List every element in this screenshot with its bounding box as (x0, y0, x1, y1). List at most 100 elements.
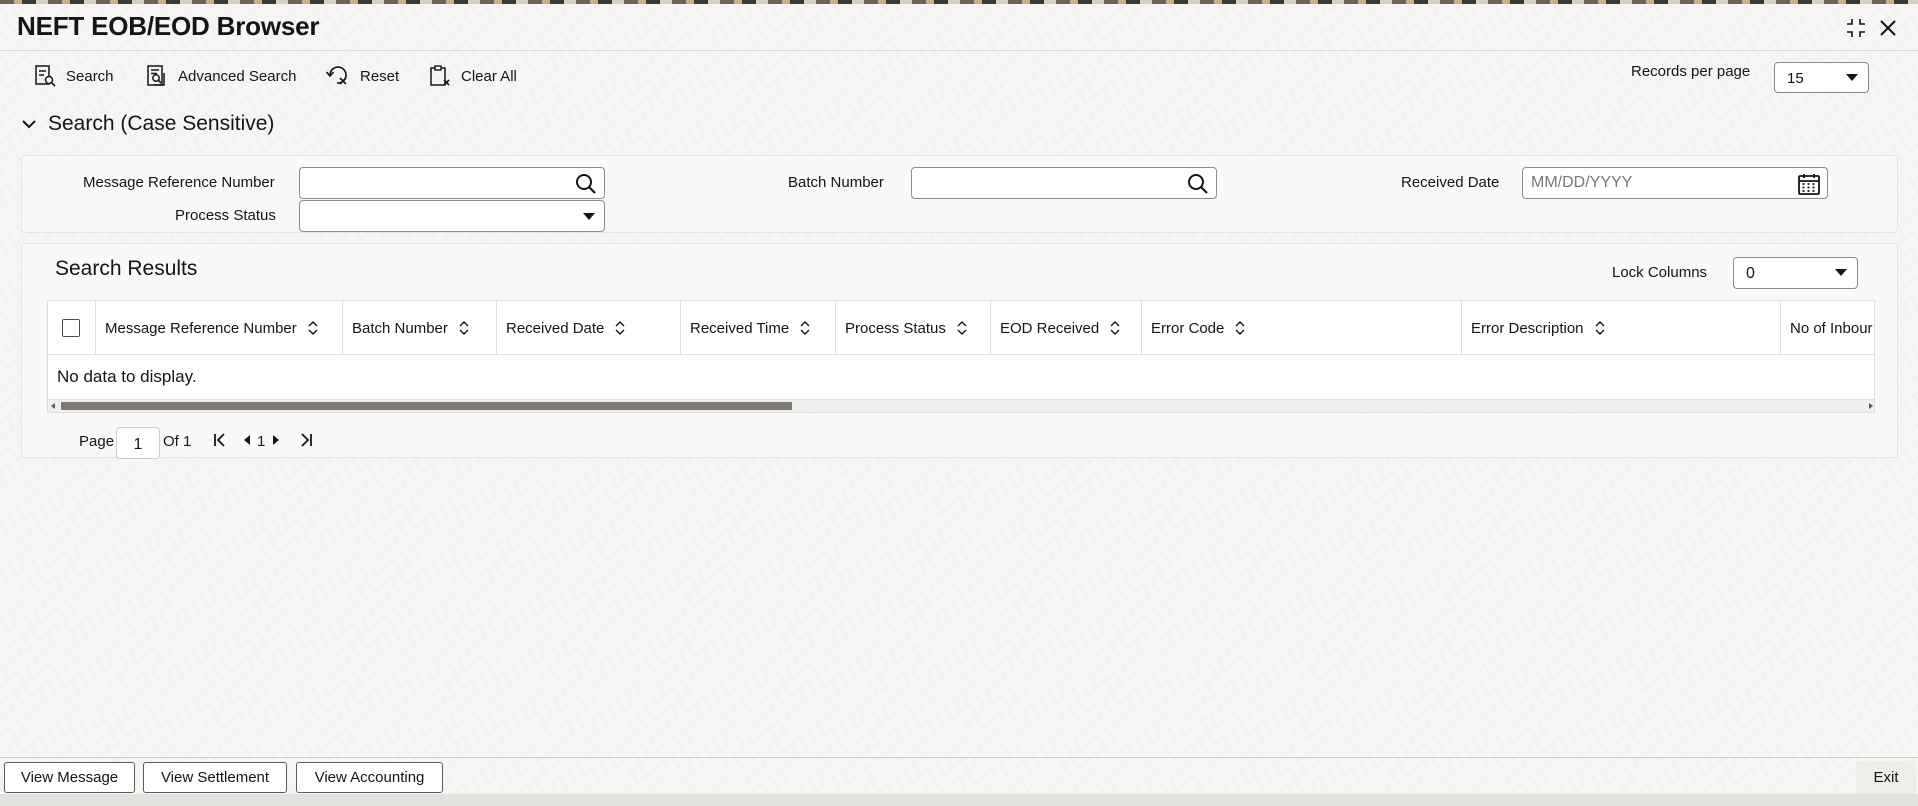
advanced-search-button-label: Advanced Search (178, 67, 297, 85)
column-header-label: Received Date (506, 319, 605, 337)
view-settlement-button-label: View Settlement (160, 769, 270, 786)
first-page-icon[interactable] (212, 432, 228, 448)
last-page-icon[interactable] (298, 432, 314, 448)
next-page-icon[interactable] (270, 432, 282, 448)
column-header-label: Process Status (845, 319, 946, 337)
close-icon[interactable] (1875, 15, 1901, 41)
column-header-label: Received Time (690, 319, 790, 337)
sort-icon[interactable] (1109, 321, 1121, 335)
exit-button-label: Exit (1873, 769, 1899, 786)
records-per-page-label: Records per page (1631, 63, 1751, 80)
column-header-label: Error Code (1151, 319, 1225, 337)
sort-icon[interactable] (307, 321, 319, 335)
search-criteria-panel: Message Reference Number Batch Number Re… (21, 155, 1898, 233)
reset-button[interactable]: Reset (325, 62, 399, 90)
received-date-field[interactable] (1522, 167, 1828, 199)
view-accounting-button-label: View Accounting (314, 769, 425, 786)
column-header-received-date[interactable]: Received Date (497, 301, 681, 355)
current-page-input[interactable]: 1 (116, 427, 160, 459)
column-header-label: No of Inbour (1790, 319, 1873, 337)
pagination: Page 1 Of 1 1 (57, 424, 357, 459)
reset-icon (325, 66, 347, 85)
clear-all-button-label: Clear All (461, 67, 517, 85)
maximize-icon[interactable] (1843, 15, 1869, 41)
column-header-label: Message Reference Number (105, 319, 297, 337)
results-table: Message Reference Number Batch Number Re… (47, 300, 1875, 413)
message-reference-number-field[interactable] (299, 167, 605, 199)
chevron-down-icon (1846, 74, 1858, 81)
page-count-label: Of 1 (163, 433, 192, 450)
search-section-title: Search (Case Sensitive) (48, 112, 275, 135)
sort-icon[interactable] (614, 321, 626, 335)
process-status-label: Process Status (175, 207, 276, 224)
batch-number-label: Batch Number (788, 174, 884, 191)
column-header-label: EOD Received (1000, 319, 1100, 337)
clear-all-button[interactable]: Clear All (428, 62, 517, 90)
empty-table-message: No data to display. (57, 367, 197, 386)
column-header-process-status[interactable]: Process Status (836, 301, 991, 355)
column-header-label: Batch Number (352, 319, 448, 337)
scroll-left-icon[interactable] (51, 403, 55, 409)
chevron-down-icon (1835, 269, 1847, 276)
column-header-error-description[interactable]: Error Description (1462, 301, 1781, 355)
bottom-strip (0, 794, 1918, 806)
exit-button[interactable]: Exit (1856, 761, 1916, 794)
batch-number-input[interactable] (912, 168, 1216, 198)
search-button[interactable]: Search (33, 62, 114, 90)
view-message-button[interactable]: View Message (4, 762, 135, 793)
advanced-search-button[interactable]: Advanced Search (145, 62, 296, 90)
calendar-icon[interactable] (1797, 172, 1821, 196)
search-form-icon (35, 65, 56, 87)
search-icon[interactable] (574, 172, 598, 196)
footer-bar: View Message View Settlement View Accoun… (0, 757, 1918, 794)
batch-number-field[interactable] (911, 167, 1217, 199)
scroll-right-icon[interactable] (1869, 403, 1873, 409)
page-label: Page (79, 433, 115, 450)
clear-all-icon (430, 65, 450, 86)
sort-icon[interactable] (458, 321, 470, 335)
sort-icon[interactable] (799, 321, 811, 335)
view-settlement-button[interactable]: View Settlement (143, 762, 287, 793)
column-header-batch-number[interactable]: Batch Number (343, 301, 497, 355)
reset-button-label: Reset (360, 67, 400, 85)
column-header-label: Error Description (1471, 319, 1584, 337)
select-all-checkbox[interactable] (62, 319, 80, 337)
message-reference-number-label: Message Reference Number (83, 174, 275, 191)
records-per-page-value: 15 (1787, 70, 1804, 87)
search-results-panel: Search Results Lock Columns 0 Message Re… (21, 243, 1898, 459)
sort-icon[interactable] (1234, 321, 1246, 335)
sort-icon[interactable] (956, 321, 968, 335)
select-all-cell (48, 301, 96, 355)
search-icon[interactable] (1186, 172, 1210, 196)
search-section-toggle[interactable]: Search (Case Sensitive) (20, 110, 274, 138)
current-page-value: 1 (133, 436, 143, 453)
lock-columns-value: 0 (1746, 265, 1755, 282)
column-header-message-reference-number[interactable]: Message Reference Number (96, 301, 343, 355)
advanced-search-icon (147, 65, 165, 86)
page-number[interactable]: 1 (257, 433, 265, 450)
chevron-down-icon (583, 213, 595, 220)
lock-columns-label: Lock Columns (1612, 264, 1708, 281)
received-date-label: Received Date (1401, 174, 1500, 191)
window-title: NEFT EOB/EOD Browser (17, 11, 320, 41)
chevron-down-icon (22, 120, 36, 129)
view-message-button-label: View Message (20, 769, 119, 786)
column-header-eod-received[interactable]: EOD Received (991, 301, 1142, 355)
sort-icon[interactable] (1594, 321, 1606, 335)
column-header-received-time[interactable]: Received Time (681, 301, 836, 355)
table-header-row: Message Reference Number Batch Number Re… (48, 301, 1874, 355)
received-date-input[interactable] (1523, 168, 1827, 198)
records-per-page-select[interactable]: 15 (1774, 62, 1869, 93)
previous-page-icon[interactable] (241, 432, 253, 448)
title-bar: NEFT EOB/EOD Browser (0, 4, 1918, 51)
scrollbar-thumb[interactable] (61, 402, 792, 410)
column-header-no-of-inbound[interactable]: No of Inbour (1781, 301, 1874, 355)
lock-columns-select[interactable]: 0 (1733, 257, 1858, 289)
view-accounting-button[interactable]: View Accounting (296, 762, 443, 793)
horizontal-scrollbar[interactable] (48, 399, 1874, 412)
search-results-title: Search Results (55, 257, 198, 280)
process-status-select[interactable] (299, 200, 605, 232)
message-reference-number-input[interactable] (300, 168, 604, 198)
column-header-error-code[interactable]: Error Code (1142, 301, 1462, 355)
search-button-label: Search (66, 67, 114, 85)
